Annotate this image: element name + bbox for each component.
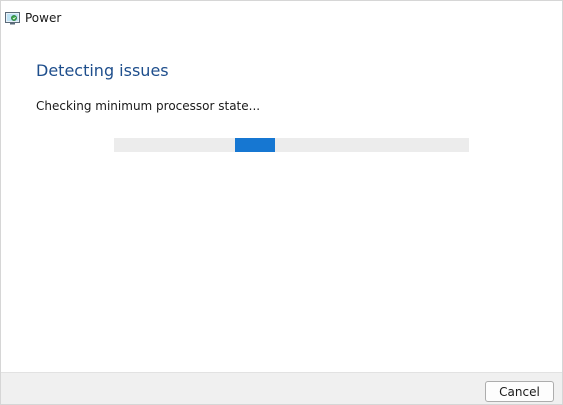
window-title: Power bbox=[25, 11, 62, 25]
progress-bar bbox=[114, 138, 469, 152]
progress-indicator bbox=[235, 138, 275, 152]
footer-bar: Cancel bbox=[1, 372, 562, 404]
troubleshooter-window: Power Detecting issues Checking minimum … bbox=[0, 0, 563, 405]
status-text: Checking minimum processor state... bbox=[36, 99, 261, 113]
title-bar: Power bbox=[1, 1, 562, 35]
cancel-button[interactable]: Cancel bbox=[485, 381, 554, 402]
troubleshooter-app-icon bbox=[5, 12, 20, 25]
page-heading: Detecting issues bbox=[36, 61, 169, 80]
